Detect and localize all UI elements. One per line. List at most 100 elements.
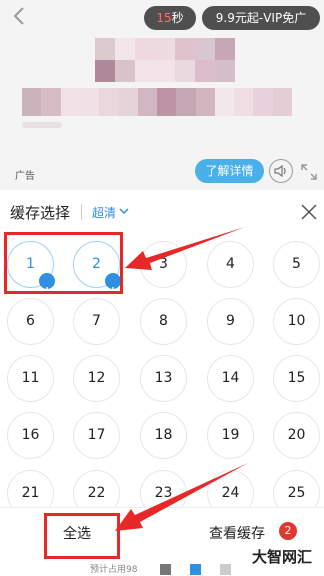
annotation-box-select-all (44, 513, 120, 559)
view-cache-button[interactable]: 查看缓存 (209, 523, 265, 543)
episode-25[interactable]: 25 (273, 470, 320, 507)
quality-selector[interactable]: 超清 (92, 204, 116, 221)
episode-4[interactable]: 4 (207, 241, 254, 288)
mosaic-tile (157, 88, 177, 116)
episode-number: 3 (159, 256, 168, 272)
ad-banner: 15秒 9.9元起-VIP免广 广告 了解详情 (0, 0, 324, 190)
episode-6[interactable]: 6 (7, 298, 54, 345)
mosaic-tile (135, 38, 155, 60)
mosaic-tile (155, 60, 175, 82)
episode-14[interactable]: 14 (207, 355, 254, 402)
mosaic-tile (214, 88, 235, 116)
episode-number: 5 (292, 256, 301, 272)
mosaic-tile (95, 38, 115, 60)
episode-12[interactable]: 12 (73, 355, 120, 402)
storage-legend-used (160, 564, 171, 575)
mosaic-tile (215, 60, 235, 82)
episode-9[interactable]: 9 (207, 298, 254, 345)
episode-23[interactable]: 23 (140, 470, 187, 507)
episode-number: 19 (221, 427, 240, 443)
header-divider (81, 204, 82, 220)
storage-legend-free (220, 564, 231, 575)
mosaic-tile (95, 60, 115, 82)
episode-18[interactable]: 18 (140, 412, 187, 459)
episode-number: 23 (154, 485, 173, 501)
mosaic-tile (60, 88, 80, 116)
watermark: 大智网汇 (252, 548, 313, 566)
mosaic-tile (234, 88, 254, 116)
mosaic-tile (115, 60, 135, 82)
speaker-icon (274, 164, 286, 178)
vip-skip-ad-button[interactable]: 9.9元起-VIP免广 (202, 6, 320, 30)
episode-24[interactable]: 24 (207, 470, 254, 507)
cache-panel-header: 缓存选择 超清 (0, 192, 324, 232)
ad-text-blur (22, 122, 62, 128)
mosaic-tile (118, 88, 138, 116)
annotation-box-episodes (4, 232, 123, 294)
episode-8[interactable]: 8 (140, 298, 187, 345)
episode-number: 11 (21, 370, 40, 386)
mosaic-tile (22, 88, 42, 116)
mosaic-tile (79, 88, 100, 116)
episode-number: 24 (221, 485, 240, 501)
episode-number: 16 (21, 427, 40, 443)
episode-number: 25 (287, 485, 306, 501)
episode-17[interactable]: 17 (73, 412, 120, 459)
mosaic-tile (175, 38, 195, 60)
episode-number: 14 (221, 370, 240, 386)
learn-more-button[interactable]: 了解详情 (195, 159, 264, 183)
mosaic-tile (215, 38, 235, 60)
mosaic-tile (41, 88, 61, 116)
episode-number: 22 (87, 485, 106, 501)
sound-button[interactable] (269, 159, 293, 183)
episode-number: 21 (21, 485, 40, 501)
back-arrow-icon[interactable] (9, 5, 31, 27)
panel-title: 缓存选择 (10, 204, 71, 222)
ad-countdown: 15秒 (144, 6, 196, 30)
mosaic-tile (195, 38, 215, 60)
episode-16[interactable]: 16 (7, 412, 54, 459)
episode-10[interactable]: 10 (273, 298, 320, 345)
ad-label: 广告 (15, 171, 35, 182)
ad-image-mosaic (95, 38, 235, 82)
mosaic-tile (176, 88, 196, 116)
mosaic-tile (175, 60, 195, 82)
episode-20[interactable]: 20 (273, 412, 320, 459)
countdown-value: 15 (156, 11, 172, 25)
fullscreen-icon[interactable] (298, 161, 320, 183)
episode-number: 13 (154, 370, 173, 386)
episode-number: 17 (87, 427, 106, 443)
episode-number: 8 (159, 313, 168, 329)
episode-7[interactable]: 7 (73, 298, 120, 345)
episode-number: 9 (226, 313, 235, 329)
episode-22[interactable]: 22 (73, 470, 120, 507)
episode-number: 4 (226, 256, 235, 272)
episode-15[interactable]: 15 (273, 355, 320, 402)
episode-11[interactable]: 11 (7, 355, 54, 402)
ad-image-mosaic (22, 88, 292, 116)
storage-estimate: 预计占用98 (90, 565, 138, 575)
countdown-unit: 秒 (171, 11, 184, 25)
episode-21[interactable]: 21 (7, 470, 54, 507)
mosaic-tile (137, 88, 157, 116)
mosaic-tile (115, 38, 135, 60)
chevron-down-icon[interactable] (118, 205, 130, 217)
mosaic-tile (195, 88, 215, 116)
episode-5[interactable]: 5 (273, 241, 320, 288)
episode-number: 15 (287, 370, 306, 386)
episode-number: 12 (87, 370, 106, 386)
mosaic-tile (272, 88, 292, 116)
episode-number: 7 (92, 313, 101, 329)
close-icon[interactable] (298, 201, 320, 223)
storage-legend-cache (190, 564, 201, 575)
episode-number: 20 (287, 427, 306, 443)
episode-number: 18 (154, 427, 173, 443)
episode-number: 10 (287, 313, 306, 329)
mosaic-tile (135, 60, 155, 82)
mosaic-tile (253, 88, 273, 116)
cache-count-badge: 2 (279, 522, 297, 540)
mosaic-tile (195, 60, 215, 82)
episode-3[interactable]: 3 (140, 241, 187, 288)
episode-13[interactable]: 13 (140, 355, 187, 402)
episode-19[interactable]: 19 (207, 412, 254, 459)
